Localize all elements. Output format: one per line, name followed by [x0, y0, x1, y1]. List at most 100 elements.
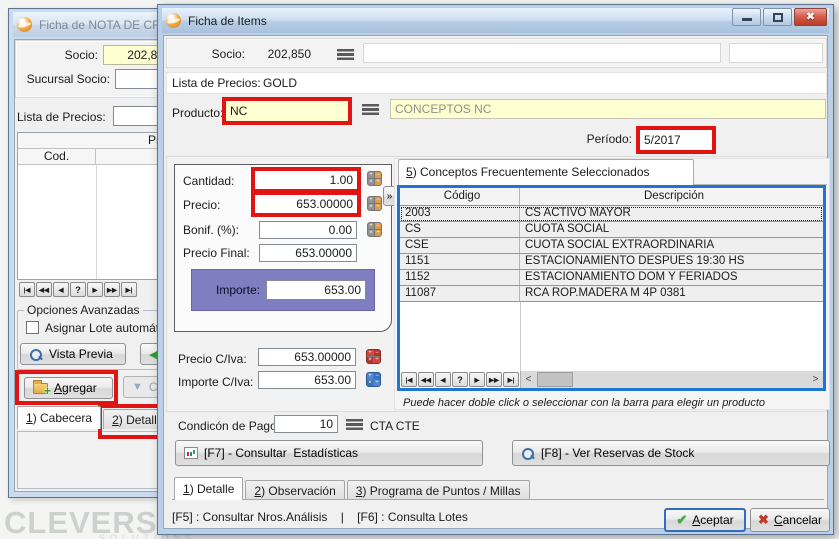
nav-search-button[interactable]: ? — [452, 372, 468, 387]
nav-first-button[interactable]: |◀ — [401, 372, 417, 387]
calculator-blue-icon[interactable] — [366, 372, 381, 387]
nav-prev-button[interactable]: ◀ — [53, 282, 69, 297]
nav-search-button[interactable]: ? — [70, 282, 86, 297]
conceptos-table[interactable]: Código Descripción 2003 CS ACTIVO MAYOR … — [397, 185, 826, 391]
nav-fast-next-button[interactable]: ▶▶ — [486, 372, 502, 387]
nav-fast-prev-button[interactable]: ◀◀ — [418, 372, 434, 387]
nav-last-button[interactable]: ▶| — [503, 372, 519, 387]
precio-annotation-frame: 653.00000 — [251, 191, 361, 217]
nav-fast-prev-button[interactable]: ◀◀ — [36, 282, 52, 297]
precio-label: Precio: — [183, 198, 220, 212]
aceptar-button[interactable]: ✔ Aceptar — [664, 508, 746, 532]
f8-ver-reservas-button[interactable]: [F8] - Ver Reservas de Stock — [512, 440, 830, 466]
tab-detalle[interactable]: 1) Detalle — [174, 477, 243, 500]
down-arrow-icon: ▼ — [132, 381, 143, 393]
condicion-menu-icon[interactable] — [346, 419, 363, 430]
asignar-lote-label: Asignar Lote automáti — [45, 321, 162, 335]
producto-annotation-frame: NC — [222, 97, 352, 125]
table-row[interactable]: 1152 ESTACIONAMIENTO DOM Y FERIADOS — [400, 270, 823, 286]
app-sphere-icon — [166, 13, 181, 28]
table-header-row: Código Descripción — [400, 188, 823, 206]
condicion-pago-field[interactable]: 10 — [274, 415, 338, 433]
vista-previa-button[interactable]: Vista Previa — [20, 343, 126, 365]
statistics-icon — [184, 447, 198, 459]
importe-civa-field[interactable]: 653.00 — [258, 371, 356, 389]
maximize-button[interactable] — [763, 8, 792, 26]
producto-field[interactable]: NC — [226, 101, 348, 121]
producto-descripcion-field: CONCEPTOS NC — [390, 99, 826, 119]
socio-menu-icon[interactable] — [337, 49, 354, 60]
agregar-button[interactable]: Agregar — [24, 377, 113, 399]
tab-cabecera[interactable]: 1) Cabecera — [17, 406, 101, 429]
condicion-pago-text: CTA CTE — [370, 419, 420, 433]
producto-menu-icon[interactable] — [362, 104, 379, 115]
check-icon: ✔ — [676, 512, 687, 528]
calculator-icon[interactable] — [367, 171, 382, 186]
x-icon: ✖ — [758, 512, 769, 528]
periodo-label: Período: — [544, 132, 632, 146]
nav-fast-next-button[interactable]: ▶▶ — [104, 282, 120, 297]
table-navigator: |◀ ◀◀ ◀ ? ▶ ▶▶ ▶| — [401, 372, 519, 387]
table-row[interactable]: 1151 ESTACIONAMIENTO DESPUES 19:30 HS — [400, 254, 823, 270]
precio-final-label: Precio Final: — [183, 246, 250, 260]
bonif-field[interactable]: 0.00 — [259, 221, 357, 239]
table-row[interactable]: 11087 RCA ROP.MADERA M 4P 0381 — [400, 286, 823, 302]
app-sphere-icon — [17, 17, 32, 32]
titlebar-ficha-items[interactable]: Ficha de Items — [162, 8, 829, 33]
magnifier-icon — [521, 447, 535, 460]
cantidad-label: Cantidad: — [183, 174, 234, 188]
asignar-lote-checkbox[interactable] — [26, 321, 39, 334]
window-title: Ficha de Items — [188, 14, 267, 28]
grid-navigator: |◀ ◀◀ ◀ ? ▶ ▶▶ ▶| — [19, 282, 137, 297]
maximize-icon — [773, 13, 783, 22]
bonif-label: Bonif. (%): — [183, 223, 239, 237]
nav-prev-button[interactable]: ◀ — [435, 372, 451, 387]
socio-extra-field[interactable] — [729, 43, 823, 63]
scrollbar-thumb[interactable] — [537, 372, 573, 387]
caption-buttons — [732, 8, 827, 26]
scroll-right-arrow[interactable]: > — [808, 371, 823, 388]
calculator-red-icon[interactable] — [366, 349, 381, 364]
nav-next-button[interactable]: ▶ — [87, 282, 103, 297]
precio-final-field[interactable]: 653.00000 — [259, 244, 357, 262]
horizontal-scrollbar[interactable]: < > — [520, 371, 823, 388]
importe-field: 653.00 — [266, 280, 366, 300]
f7-consultar-estadisticas-button[interactable]: [F7] - Consultar Estadísticas — [175, 440, 483, 466]
cantidad-field[interactable]: 1.00 — [255, 171, 357, 189]
item-values-panel: Cantidad: 1.00 Precio: 653.00000 Bonif. … — [174, 164, 392, 332]
cancelar-button[interactable]: ✖ Cancelar — [750, 508, 830, 532]
nav-first-button[interactable]: |◀ — [19, 282, 35, 297]
table-row[interactable]: CS CUOTA SOCIAL — [400, 222, 823, 238]
nav-next-button[interactable]: ▶ — [469, 372, 485, 387]
calculator-icon[interactable] — [367, 222, 382, 237]
minimize-button[interactable] — [732, 8, 761, 26]
socio-label: Socio: — [181, 47, 245, 61]
importe-civa-label: Importe C/Iva: — [178, 375, 253, 389]
condicion-pago-label: Condicón de Pago: — [178, 419, 280, 433]
tab-conceptos-frecuentes[interactable]: 5) Conceptos Frecuentemente Seleccionado… — [398, 159, 694, 185]
precio-civa-field[interactable]: 653.00000 — [258, 348, 356, 366]
lista-precios-row: Lista de Precios: GOLD — [166, 72, 827, 94]
lista-precios-label: Lista de Precios: — [172, 76, 261, 90]
agregar-annotation-frame: Agregar — [15, 370, 118, 405]
precio-field[interactable]: 653.00000 — [255, 195, 357, 213]
close-button[interactable] — [794, 8, 827, 26]
periodo-field[interactable]: 5/2017 — [640, 130, 712, 150]
precio-civa-label: Precio C/Iva: — [178, 352, 247, 366]
tab-observacion[interactable]: 2) Observación — [245, 480, 344, 500]
tabstrip-line — [172, 499, 824, 500]
table-row[interactable]: 2003 CS ACTIVO MAYOR — [400, 206, 823, 222]
tab-programa-puntos[interactable]: 3) Programa de Puntos / Millas — [347, 480, 530, 500]
detalle-observacion-tabs: 1) Detalle 2) Observación 3) Programa de… — [174, 477, 532, 500]
ficha-items-client: Socio: 202,850 Lista de Precios: GOLD Pr… — [163, 35, 828, 529]
producto-label: Producto: — [172, 106, 223, 120]
scroll-left-arrow[interactable]: < — [521, 371, 536, 388]
calculator-icon[interactable] — [367, 196, 382, 211]
col-header-codigo: Código — [400, 188, 520, 205]
socio-name-field[interactable] — [363, 43, 721, 63]
table-row[interactable]: CSE CUOTA SOCIAL EXTRAORDINARIA — [400, 238, 823, 254]
socio-value: 202,850 — [247, 47, 311, 61]
magnifier-icon — [29, 348, 43, 361]
importe-panel: Importe: 653.00 — [191, 269, 375, 311]
nav-last-button[interactable]: ▶| — [121, 282, 137, 297]
